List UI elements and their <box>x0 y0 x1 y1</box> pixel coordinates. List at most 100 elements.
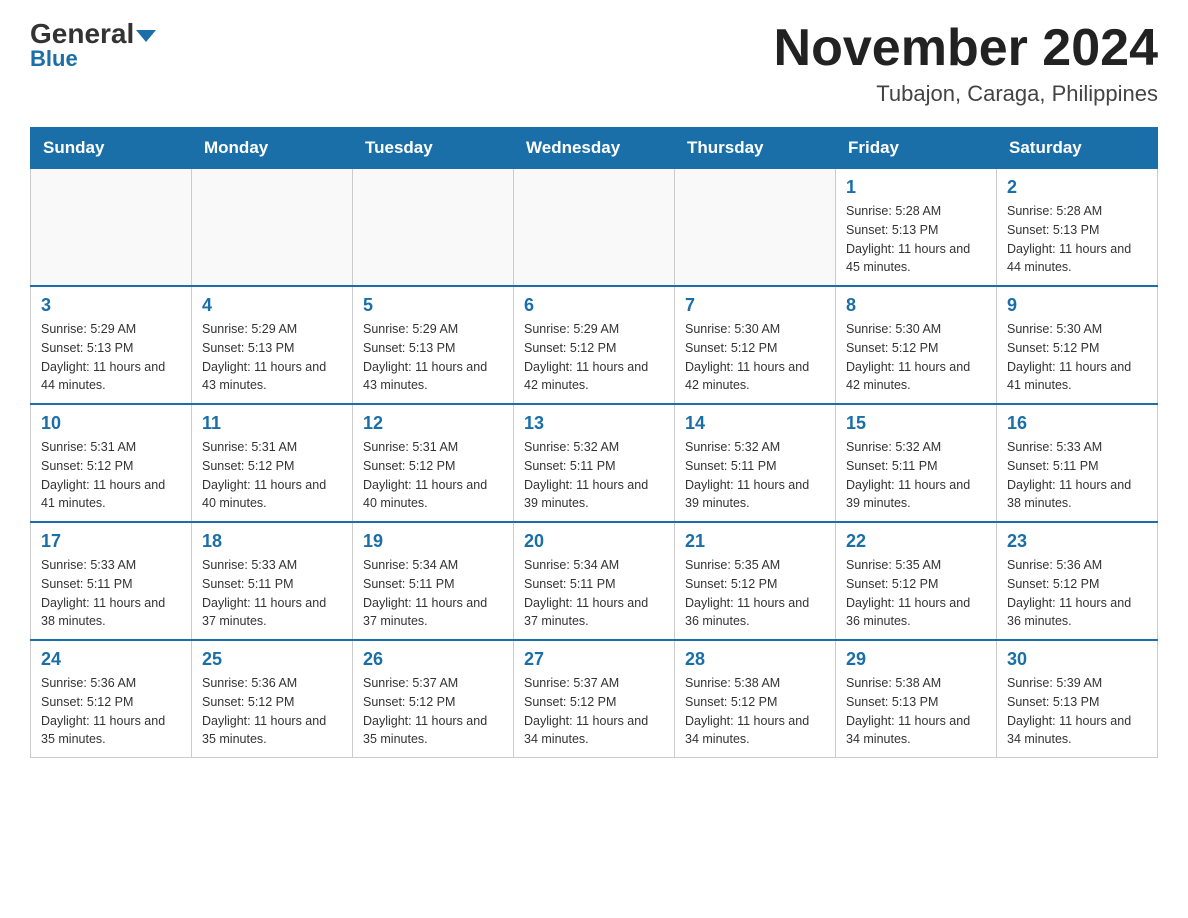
day-number: 6 <box>524 295 664 316</box>
calendar-week-row: 17 Sunrise: 5:33 AMSunset: 5:11 PMDayligh… <box>31 522 1158 640</box>
day-number: 21 <box>685 531 825 552</box>
day-info: Sunrise: 5:35 AMSunset: 5:12 PMDaylight:… <box>685 556 825 631</box>
day-number: 10 <box>41 413 181 434</box>
logo: General Blue <box>30 20 156 72</box>
calendar-header-row: SundayMondayTuesdayWednesdayThursdayFrid… <box>31 128 1158 169</box>
location-subtitle: Tubajon, Caraga, Philippines <box>774 81 1158 107</box>
day-info: Sunrise: 5:30 AMSunset: 5:12 PMDaylight:… <box>1007 320 1147 395</box>
logo-triangle-icon <box>136 30 156 42</box>
calendar-cell: 15Sunrise: 5:32 AMSunset: 5:11 PMDayligh… <box>836 404 997 522</box>
calendar-day-header: Saturday <box>997 128 1158 169</box>
day-number: 11 <box>202 413 342 434</box>
day-number: 18 <box>202 531 342 552</box>
calendar-cell: 19 Sunrise: 5:34 AMSunset: 5:11 PMDayligh… <box>353 522 514 640</box>
day-number: 27 <box>524 649 664 670</box>
day-info: Sunrise: 5:31 AMSunset: 5:12 PMDaylight:… <box>202 438 342 513</box>
day-number: 23 <box>1007 531 1147 552</box>
calendar-cell: 18 Sunrise: 5:33 AMSunset: 5:11 PMDayligh… <box>192 522 353 640</box>
day-number: 3 <box>41 295 181 316</box>
day-number: 2 <box>1007 177 1147 198</box>
day-number: 19 <box>363 531 503 552</box>
calendar-cell: 7Sunrise: 5:30 AMSunset: 5:12 PMDaylight… <box>675 286 836 404</box>
day-info: Sunrise: 5:32 AMSunset: 5:11 PMDaylight:… <box>846 438 986 513</box>
day-info: Sunrise: 5:36 AMSunset: 5:12 PMDaylight:… <box>41 674 181 749</box>
day-info: Sunrise: 5:33 AMSunset: 5:11 PMDaylight:… <box>41 556 181 631</box>
day-info: Sunrise: 5:29 AMSunset: 5:13 PMDaylight:… <box>41 320 181 395</box>
day-info: Sunrise: 5:32 AMSunset: 5:11 PMDaylight:… <box>685 438 825 513</box>
day-number: 29 <box>846 649 986 670</box>
day-number: 28 <box>685 649 825 670</box>
calendar-cell <box>353 169 514 287</box>
calendar-cell: 30Sunrise: 5:39 AMSunset: 5:13 PMDayligh… <box>997 640 1158 758</box>
calendar-cell: 6 Sunrise: 5:29 AMSunset: 5:12 PMDaylight… <box>514 286 675 404</box>
day-info: Sunrise: 5:28 AMSunset: 5:13 PMDaylight:… <box>1007 202 1147 277</box>
day-number: 12 <box>363 413 503 434</box>
day-info: Sunrise: 5:29 AMSunset: 5:13 PMDaylight:… <box>202 320 342 395</box>
day-number: 25 <box>202 649 342 670</box>
calendar-week-row: 1 Sunrise: 5:28 AMSunset: 5:13 PMDaylight… <box>31 169 1158 287</box>
calendar-cell: 13 Sunrise: 5:32 AMSunset: 5:11 PMDayligh… <box>514 404 675 522</box>
calendar-cell: 24 Sunrise: 5:36 AMSunset: 5:12 PMDayligh… <box>31 640 192 758</box>
day-info: Sunrise: 5:35 AMSunset: 5:12 PMDaylight:… <box>846 556 986 631</box>
calendar-cell: 11 Sunrise: 5:31 AMSunset: 5:12 PMDayligh… <box>192 404 353 522</box>
calendar-cell <box>514 169 675 287</box>
calendar-cell: 25 Sunrise: 5:36 AMSunset: 5:12 PMDayligh… <box>192 640 353 758</box>
day-info: Sunrise: 5:29 AMSunset: 5:12 PMDaylight:… <box>524 320 664 395</box>
day-number: 1 <box>846 177 986 198</box>
day-number: 4 <box>202 295 342 316</box>
day-info: Sunrise: 5:32 AMSunset: 5:11 PMDaylight:… <box>524 438 664 513</box>
day-info: Sunrise: 5:37 AMSunset: 5:12 PMDaylight:… <box>363 674 503 749</box>
calendar-cell <box>675 169 836 287</box>
month-year-title: November 2024 <box>774 20 1158 77</box>
calendar-cell: 9 Sunrise: 5:30 AMSunset: 5:12 PMDaylight… <box>997 286 1158 404</box>
day-number: 7 <box>685 295 825 316</box>
day-number: 14 <box>685 413 825 434</box>
calendar-week-row: 24 Sunrise: 5:36 AMSunset: 5:12 PMDayligh… <box>31 640 1158 758</box>
calendar-cell: 17 Sunrise: 5:33 AMSunset: 5:11 PMDayligh… <box>31 522 192 640</box>
day-info: Sunrise: 5:36 AMSunset: 5:12 PMDaylight:… <box>202 674 342 749</box>
calendar-day-header: Wednesday <box>514 128 675 169</box>
title-area: November 2024 Tubajon, Caraga, Philippin… <box>774 20 1158 107</box>
logo-general: General <box>30 20 156 48</box>
day-number: 26 <box>363 649 503 670</box>
day-number: 13 <box>524 413 664 434</box>
calendar-cell: 22 Sunrise: 5:35 AMSunset: 5:12 PMDayligh… <box>836 522 997 640</box>
calendar-cell: 2 Sunrise: 5:28 AMSunset: 5:13 PMDaylight… <box>997 169 1158 287</box>
day-info: Sunrise: 5:31 AMSunset: 5:12 PMDaylight:… <box>41 438 181 513</box>
day-number: 20 <box>524 531 664 552</box>
day-info: Sunrise: 5:29 AMSunset: 5:13 PMDaylight:… <box>363 320 503 395</box>
calendar-cell: 16 Sunrise: 5:33 AMSunset: 5:11 PMDayligh… <box>997 404 1158 522</box>
day-info: Sunrise: 5:36 AMSunset: 5:12 PMDaylight:… <box>1007 556 1147 631</box>
calendar-week-row: 3 Sunrise: 5:29 AMSunset: 5:13 PMDaylight… <box>31 286 1158 404</box>
calendar-cell: 1Sunrise: 5:28 AMSunset: 5:13 PMDaylight… <box>836 169 997 287</box>
calendar-day-header: Tuesday <box>353 128 514 169</box>
day-number: 9 <box>1007 295 1147 316</box>
day-number: 8 <box>846 295 986 316</box>
calendar-cell: 14 Sunrise: 5:32 AMSunset: 5:11 PMDayligh… <box>675 404 836 522</box>
calendar-day-header: Friday <box>836 128 997 169</box>
day-info: Sunrise: 5:34 AMSunset: 5:11 PMDaylight:… <box>363 556 503 631</box>
calendar-cell <box>31 169 192 287</box>
day-info: Sunrise: 5:30 AMSunset: 5:12 PMDaylight:… <box>846 320 986 395</box>
calendar-cell: 3 Sunrise: 5:29 AMSunset: 5:13 PMDaylight… <box>31 286 192 404</box>
calendar-cell: 4 Sunrise: 5:29 AMSunset: 5:13 PMDaylight… <box>192 286 353 404</box>
day-number: 24 <box>41 649 181 670</box>
day-info: Sunrise: 5:33 AMSunset: 5:11 PMDaylight:… <box>202 556 342 631</box>
calendar-cell: 28Sunrise: 5:38 AMSunset: 5:12 PMDayligh… <box>675 640 836 758</box>
calendar-cell: 20 Sunrise: 5:34 AMSunset: 5:11 PMDayligh… <box>514 522 675 640</box>
day-number: 22 <box>846 531 986 552</box>
day-info: Sunrise: 5:34 AMSunset: 5:11 PMDaylight:… <box>524 556 664 631</box>
calendar-cell: 26 Sunrise: 5:37 AMSunset: 5:12 PMDayligh… <box>353 640 514 758</box>
calendar-cell: 5 Sunrise: 5:29 AMSunset: 5:13 PMDaylight… <box>353 286 514 404</box>
day-number: 5 <box>363 295 503 316</box>
day-number: 17 <box>41 531 181 552</box>
calendar-cell: 12Sunrise: 5:31 AMSunset: 5:12 PMDayligh… <box>353 404 514 522</box>
logo-blue: Blue <box>30 46 78 72</box>
calendar-cell: 8 Sunrise: 5:30 AMSunset: 5:12 PMDaylight… <box>836 286 997 404</box>
day-number: 30 <box>1007 649 1147 670</box>
day-number: 16 <box>1007 413 1147 434</box>
calendar-day-header: Thursday <box>675 128 836 169</box>
calendar-cell: 23 Sunrise: 5:36 AMSunset: 5:12 PMDayligh… <box>997 522 1158 640</box>
day-info: Sunrise: 5:33 AMSunset: 5:11 PMDaylight:… <box>1007 438 1147 513</box>
calendar-day-header: Monday <box>192 128 353 169</box>
